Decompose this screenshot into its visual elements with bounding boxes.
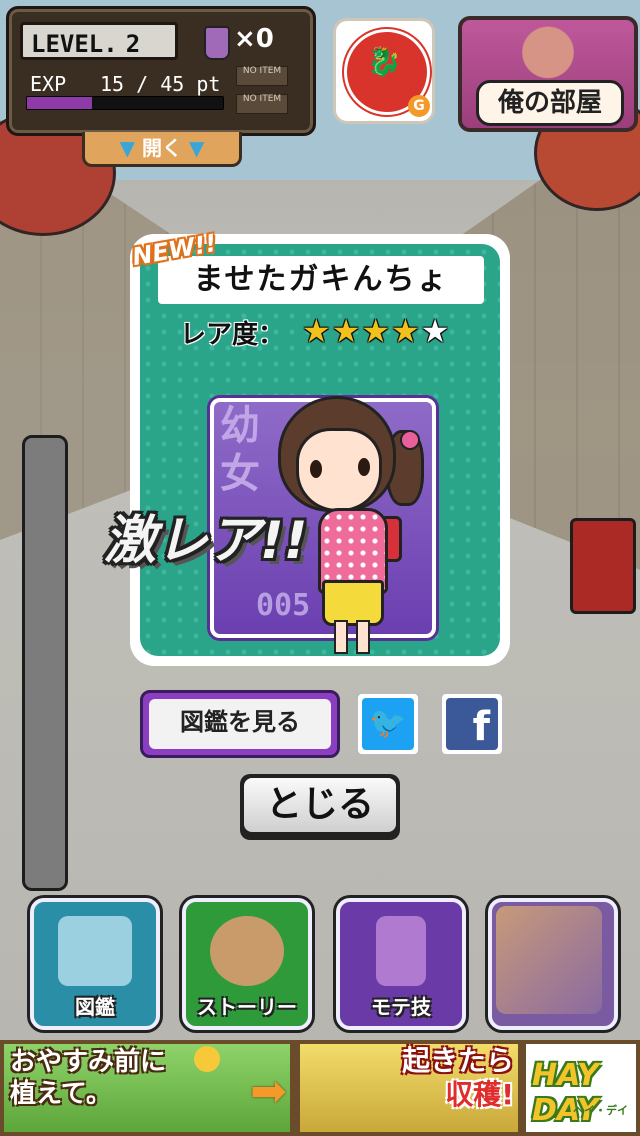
level-label: LEVEL. bbox=[31, 30, 118, 58]
logo-badge: G bbox=[408, 95, 430, 117]
star-filled-icon: ★ bbox=[302, 312, 332, 350]
exp-bar bbox=[26, 96, 224, 110]
down-triangle-icon: ▼ bbox=[188, 136, 205, 160]
card-number: 005 bbox=[256, 588, 311, 623]
level-value: 2 bbox=[125, 30, 141, 58]
ad-left-text: おやすみ前に 植えて。 bbox=[10, 1046, 166, 1110]
star-empty-icon: ★ bbox=[420, 312, 451, 350]
my-room-button[interactable]: 俺の部屋 bbox=[458, 16, 638, 132]
down-triangle-icon: ▼ bbox=[119, 136, 136, 160]
character-skirt bbox=[322, 580, 384, 626]
facebook-share-button[interactable]: f bbox=[440, 692, 504, 756]
potion-icon bbox=[376, 916, 426, 986]
open-panel-button[interactable]: ▼ 開く ▼ bbox=[82, 132, 242, 167]
menu-label: モテ技 bbox=[371, 995, 431, 1019]
my-room-label: 俺の部屋 bbox=[476, 80, 624, 126]
menu-technique-button[interactable]: モテ技 bbox=[336, 898, 466, 1030]
item-slot-2[interactable]: NO ITEM bbox=[236, 94, 288, 114]
rarity-stars: ★★★★★ bbox=[302, 312, 450, 350]
hay-day-logo: HAY DAY ヘイ・デイ bbox=[526, 1044, 636, 1132]
super-rare-label: 激レア!! bbox=[104, 511, 308, 571]
ad-right-line-1: 起きたら bbox=[402, 1044, 515, 1077]
close-button[interactable]: とじる bbox=[240, 774, 400, 840]
facebook-icon: f bbox=[446, 698, 498, 750]
character-eye bbox=[358, 458, 370, 476]
dragon-icon: 🐉 bbox=[366, 45, 402, 78]
exp-label: EXP bbox=[30, 72, 67, 96]
menu-label: 図鑑 bbox=[75, 995, 115, 1019]
menu-label: ストーリー bbox=[197, 995, 297, 1019]
ad-left-line-1: おやすみ前に bbox=[10, 1047, 167, 1077]
moon-icon bbox=[194, 1046, 220, 1072]
rarity-label: レア度： bbox=[180, 320, 285, 350]
character-leg bbox=[334, 620, 348, 654]
menu-portrait-button[interactable] bbox=[488, 898, 618, 1030]
hay-day-logo-subtext: ヘイ・デイ bbox=[573, 1104, 628, 1117]
arrow-right-icon: ➡ bbox=[250, 1066, 287, 1117]
exp-bar-fill bbox=[27, 97, 92, 109]
ad-left-line-2: 植えて。 bbox=[10, 1079, 112, 1109]
star-filled-icon: ★ bbox=[361, 312, 392, 350]
item-slot-1[interactable]: NO ITEM bbox=[236, 66, 288, 86]
level-display: LEVEL. 2 bbox=[20, 22, 178, 60]
potion-count: ×0 bbox=[234, 24, 274, 54]
character-leg bbox=[356, 620, 370, 654]
ad-right-line-2: 収穫! bbox=[445, 1078, 515, 1111]
view-encyclopedia-button[interactable]: 図鑑を見る bbox=[140, 690, 340, 758]
character-eye bbox=[310, 460, 322, 478]
book-icon bbox=[58, 916, 132, 986]
exp-value: 15 / 45 pt bbox=[100, 72, 221, 96]
menu-encyclopedia-button[interactable]: 図鑑 bbox=[30, 898, 160, 1030]
view-encyclopedia-label: 図鑑を見る bbox=[149, 699, 331, 749]
category-label: 幼女 bbox=[220, 403, 260, 497]
character-name: ませたガキんちょ bbox=[158, 256, 484, 304]
potion-icon bbox=[204, 26, 230, 60]
hair-bow-icon bbox=[400, 430, 420, 450]
face-icon bbox=[210, 916, 284, 986]
star-filled-icon: ★ bbox=[391, 312, 421, 350]
close-label: とじる bbox=[244, 778, 396, 832]
twitter-share-button[interactable]: 🐦 bbox=[356, 692, 420, 756]
open-label: 開く bbox=[142, 136, 182, 160]
portrait-icon bbox=[496, 906, 602, 1014]
menu-story-button[interactable]: ストーリー bbox=[182, 898, 312, 1030]
twitter-icon: 🐦 bbox=[362, 698, 414, 750]
star-filled-icon: ★ bbox=[331, 312, 362, 350]
game-logo-button[interactable]: 🐉 G bbox=[333, 18, 435, 124]
ad-right-text: 起きたら 収穫! bbox=[402, 1044, 514, 1112]
